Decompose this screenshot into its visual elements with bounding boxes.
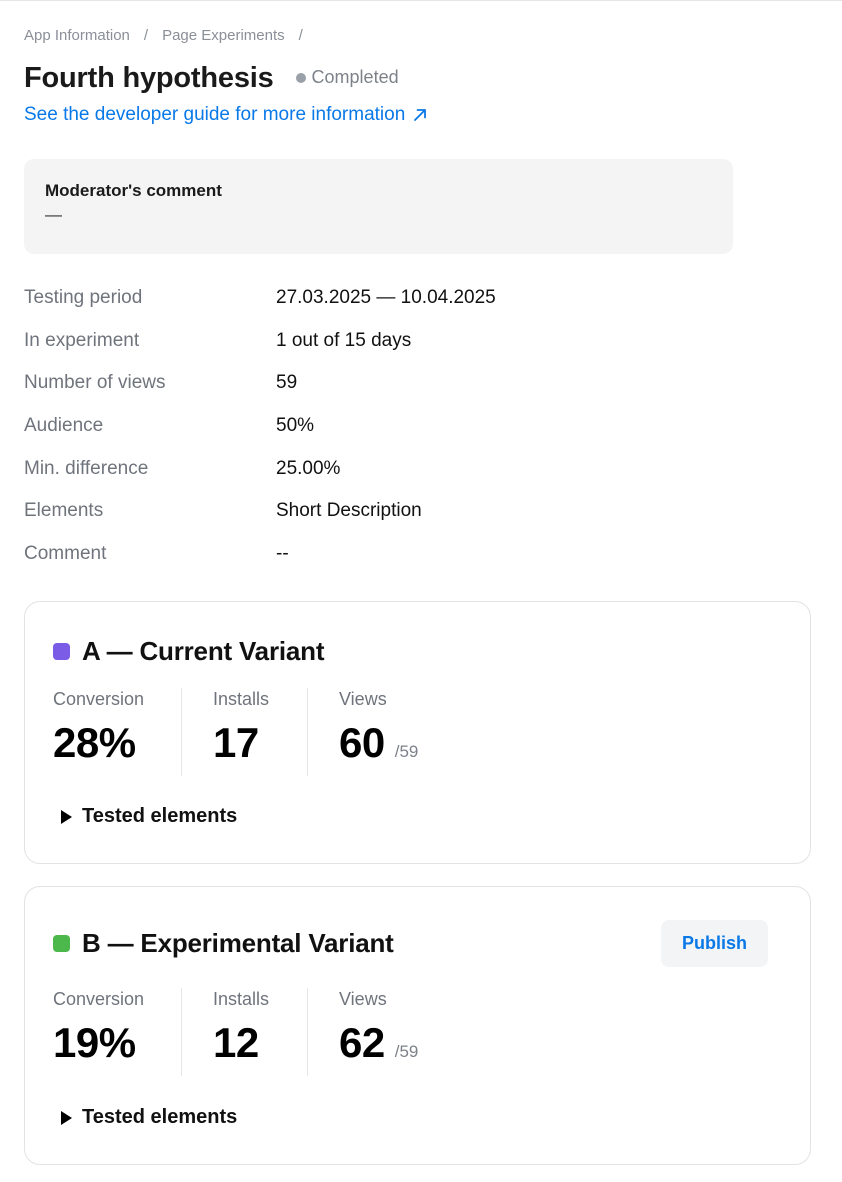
detail-row-in-experiment: In experiment 1 out of 15 days (24, 330, 496, 373)
metric-value-row: 28% (53, 722, 181, 764)
detail-row-testing-period: Testing period 27.03.2025 — 10.04.2025 (24, 287, 496, 330)
variant-color-swatch (53, 643, 70, 660)
developer-guide-link[interactable]: See the developer guide for more informa… (24, 104, 427, 126)
detail-value: 50% (276, 415, 315, 437)
metric-label: Views (339, 689, 387, 709)
metric-value: 17 (213, 719, 259, 766)
metric-label: Conversion (53, 689, 145, 709)
detail-row-elements: Elements Short Description (24, 500, 496, 543)
variant-metrics: Conversion 19% Installs 12 Views 62 /59 (53, 988, 457, 1076)
metric-value-row: 62 /59 (339, 1022, 457, 1064)
variant-card-b: B — Experimental Variant Publish Convers… (24, 886, 811, 1165)
detail-row-comment: Comment -- (24, 543, 496, 586)
moderator-comment-box: Moderator's comment — (24, 159, 733, 254)
breadcrumb-separator: / (143, 27, 149, 44)
moderator-comment-title: Moderator's comment (45, 181, 222, 200)
detail-row-number-of-views: Number of views 59 (24, 372, 496, 415)
detail-row-min-difference: Min. difference 25.00% (24, 458, 496, 501)
metric-value: 28% (53, 719, 136, 766)
detail-label: Elements (24, 500, 104, 522)
metric-value: 19% (53, 1019, 136, 1066)
metric-conversion: Conversion 28% (53, 688, 181, 776)
metric-views: Views 62 /59 (307, 988, 457, 1076)
metric-value-row: 12 (213, 1022, 307, 1064)
metric-value-row: 17 (213, 722, 307, 764)
page-title: Fourth hypothesis (24, 62, 274, 94)
tested-elements-toggle[interactable]: Tested elements (61, 805, 237, 828)
tested-elements-toggle[interactable]: Tested elements (61, 1106, 237, 1129)
triangle-right-icon (61, 1110, 72, 1125)
status-dot-icon (295, 72, 306, 83)
detail-label: Audience (24, 415, 104, 437)
detail-value: 25.00% (276, 457, 341, 479)
metric-conversion: Conversion 19% (53, 988, 181, 1076)
moderator-comment-value: — (45, 205, 62, 224)
metric-label: Views (339, 989, 387, 1009)
variant-title: A — Current Variant (82, 636, 325, 666)
variant-header: B — Experimental Variant (53, 928, 394, 959)
top-divider (0, 0, 842, 1)
title-row: Fourth hypothesis Completed (24, 62, 399, 95)
breadcrumb-separator: / (298, 27, 303, 44)
detail-value: 59 (276, 372, 298, 394)
detail-value: Short Description (276, 500, 422, 522)
breadcrumb: App Information / Page Experiments / (24, 27, 317, 44)
metric-label: Installs (213, 989, 270, 1009)
detail-label: Comment (24, 543, 107, 565)
status-text: Completed (311, 67, 399, 87)
metric-value: 12 (213, 1019, 259, 1066)
tested-elements-label: Tested elements (82, 1106, 238, 1128)
status-badge: Completed (295, 67, 399, 88)
detail-label: In experiment (24, 329, 140, 351)
triangle-right-icon (61, 809, 72, 824)
detail-value: -- (276, 543, 289, 565)
metric-label: Conversion (53, 989, 145, 1009)
detail-row-audience: Audience 50% (24, 415, 496, 458)
metric-installs: Installs 17 (181, 688, 307, 776)
tested-elements-label: Tested elements (82, 805, 238, 827)
variant-metrics: Conversion 28% Installs 17 Views 60 /59 (53, 688, 457, 776)
metric-suffix: /59 (394, 742, 419, 761)
developer-guide-link-text: See the developer guide for more informa… (24, 104, 406, 125)
metric-installs: Installs 12 (181, 988, 307, 1076)
breadcrumb-page-experiments[interactable]: Page Experiments (162, 27, 285, 44)
detail-value: 1 out of 15 days (276, 329, 412, 351)
variant-title: B — Experimental Variant (82, 928, 394, 958)
metric-suffix: /59 (394, 1042, 419, 1061)
metric-value-row: 19% (53, 1022, 181, 1064)
metric-value-row: 60 /59 (339, 722, 457, 764)
variant-color-swatch (53, 935, 70, 952)
metric-label: Installs (213, 689, 270, 709)
detail-value: 27.03.2025 — 10.04.2025 (276, 287, 496, 308)
detail-label: Min. difference (24, 457, 149, 479)
metric-value: 60 (339, 719, 385, 766)
detail-label: Testing period (24, 287, 143, 308)
experiment-details: Testing period 27.03.2025 — 10.04.2025 I… (24, 287, 496, 586)
publish-button[interactable]: Publish (661, 920, 768, 967)
detail-label: Number of views (24, 372, 166, 394)
metric-views: Views 60 /59 (307, 688, 457, 776)
metric-value: 62 (339, 1019, 385, 1066)
breadcrumb-app-information[interactable]: App Information (24, 27, 130, 44)
variant-card-a: A — Current Variant Conversion 28% Insta… (24, 601, 811, 864)
variant-header: A — Current Variant (53, 636, 324, 667)
external-arrow-icon (414, 109, 427, 121)
